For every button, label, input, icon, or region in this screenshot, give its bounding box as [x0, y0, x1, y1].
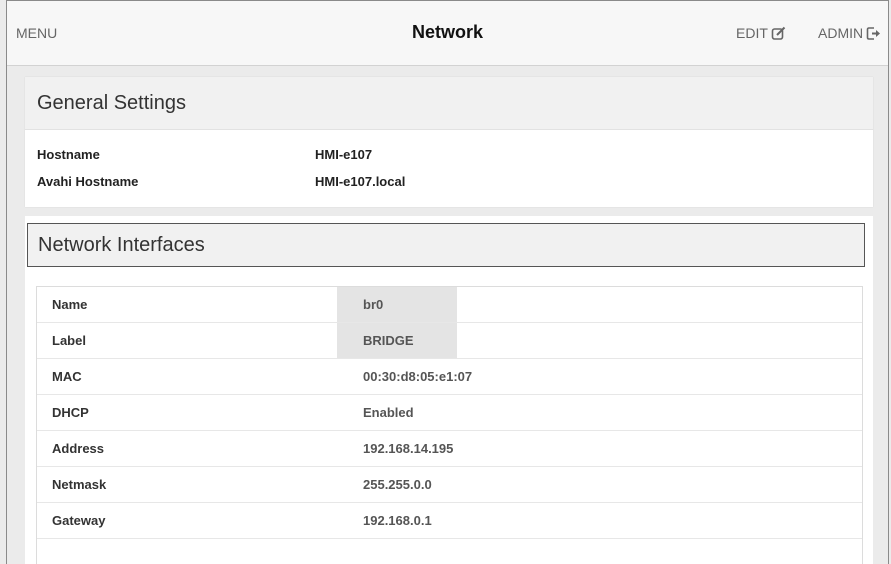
- table-row: Address 192.168.14.195: [37, 431, 862, 467]
- edit-icon: [771, 26, 786, 41]
- row-value: 192.168.0.1: [363, 513, 432, 528]
- row-value: 00:30:d8:05:e1:07: [363, 369, 473, 384]
- hostname-label: Hostname: [37, 147, 100, 162]
- table-row: MAC 00:30:d8:05:e1:07: [37, 359, 862, 395]
- row-label: Address: [52, 441, 105, 456]
- table-row: DHCP Enabled: [37, 395, 862, 431]
- general-settings-panel: General Settings Hostname HMI-e107 Avahi…: [25, 77, 873, 207]
- table-row: Gateway 192.168.0.1: [37, 503, 862, 539]
- row-label: MAC: [52, 369, 82, 384]
- network-interfaces-title[interactable]: Network Interfaces: [27, 223, 865, 267]
- row-label: Label: [52, 333, 86, 348]
- admin-label: ADMIN: [818, 25, 864, 41]
- top-bar: MENU Network EDIT ADMIN: [7, 1, 888, 66]
- interface-table: Name br0 Label BRIDGE MAC 00:30:d8:05:e1…: [36, 286, 863, 564]
- app-window: MENU Network EDIT ADMIN General Settings…: [6, 0, 889, 564]
- row-label: Name: [52, 297, 88, 312]
- hostname-value: HMI-e107: [315, 147, 373, 162]
- row-value: 255.255.0.0: [363, 477, 432, 492]
- table-row: Label BRIDGE: [37, 323, 862, 359]
- row-value[interactable]: BRIDGE: [337, 323, 457, 358]
- row-label: Gateway: [52, 513, 106, 528]
- row-value: 192.168.14.195: [363, 441, 454, 456]
- edit-label: EDIT: [736, 25, 768, 41]
- row-value: Enabled: [363, 405, 414, 420]
- row-label: DHCP: [52, 405, 89, 420]
- edit-button[interactable]: EDIT: [736, 25, 786, 41]
- avahi-hostname-value: HMI-e107.local: [315, 174, 406, 189]
- avahi-hostname-label: Avahi Hostname: [37, 174, 139, 189]
- table-row: Name br0: [37, 287, 862, 323]
- table-row: Netmask 255.255.0.0: [37, 467, 862, 503]
- row-label: Netmask: [52, 477, 107, 492]
- general-settings-title: General Settings: [25, 77, 873, 130]
- logout-icon: [866, 26, 882, 41]
- row-value[interactable]: br0: [337, 287, 457, 322]
- admin-button[interactable]: ADMIN: [818, 25, 882, 41]
- network-interfaces-panel: Network Interfaces Name br0 Label BRIDGE…: [25, 216, 873, 564]
